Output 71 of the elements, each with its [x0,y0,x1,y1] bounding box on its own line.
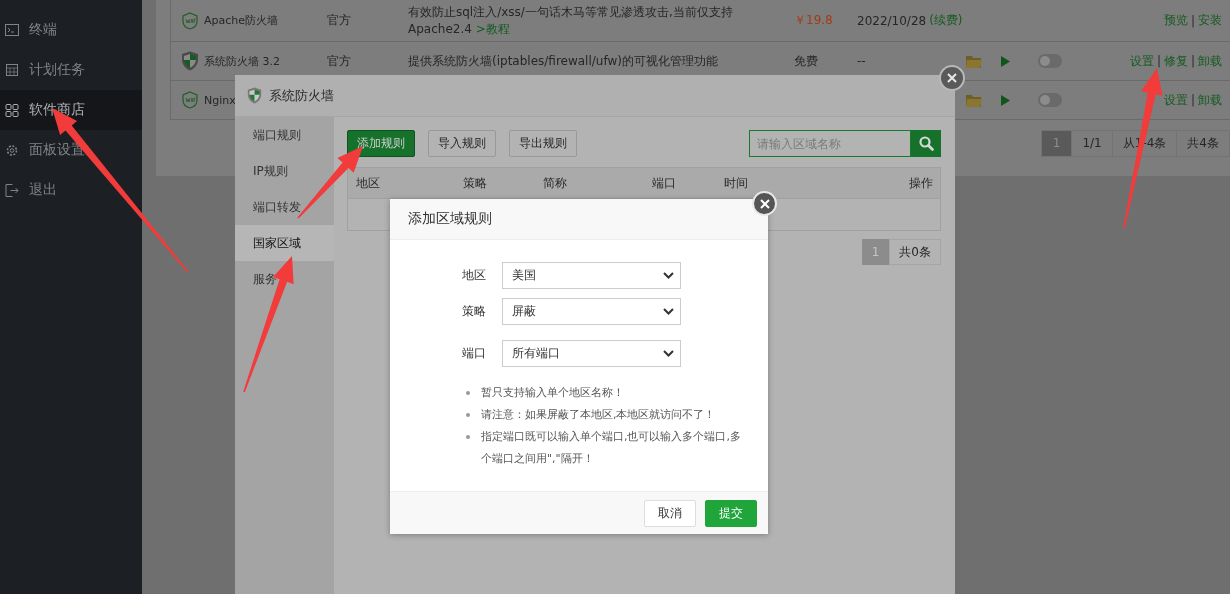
field-label: 地区 [462,267,487,284]
bullet-icon [466,413,470,417]
nav-tab[interactable]: 端口规则 [235,117,334,153]
toolbar-button[interactable]: 导出规则 [509,130,577,157]
column-header: 操作 [908,174,933,192]
note-text: 指定端口既可以输入单个端口,也可以输入多个端口,多个端口之间用","隔开！ [481,429,742,467]
separator: | [1190,54,1195,68]
terminal-icon [5,24,19,36]
chevron-down-icon [663,350,674,357]
select-field[interactable]: 所有端口 [502,340,681,367]
calendar-icon [5,64,19,76]
sidebar-item[interactable]: 终端 [0,10,142,50]
toolbar-button[interactable]: 导入规则 [428,130,496,157]
sidebar-item[interactable]: 计划任务 [0,50,142,90]
separator: | [1190,93,1195,107]
toggle-switch[interactable] [1038,93,1062,107]
plugin-name: Nginx [204,93,236,107]
plugin-source: 官方 [327,12,351,29]
logout-icon [5,183,19,197]
nav-tab[interactable]: IP规则 [235,153,334,189]
plugin-description: 提供系统防火墙(iptables/firewall/ufw)的可视化管理功能 [408,52,718,70]
page-item[interactable]: 共4条 [1176,130,1230,157]
search-icon [918,136,934,151]
plugin-price: 免费 [794,52,818,70]
play-icon[interactable] [1001,55,1010,67]
nav-tab[interactable]: 服务 [235,261,334,297]
column-header: 端口 [652,174,677,192]
plugin-name: Apache防火墙 [204,13,279,28]
add-rule-button[interactable]: 添加规则 [347,130,415,157]
expiry-date: 2022/10/28 [857,13,927,28]
field-label: 策略 [462,303,487,320]
chevron-down-icon [663,272,674,279]
page-item[interactable]: 共0条 [889,239,941,265]
column-header: 简称 [543,174,568,192]
nav-tab[interactable]: 国家区域 [235,225,334,261]
plugin-name: 系统防火墙 3.2 [204,53,280,69]
bullet-icon [466,435,470,439]
column-header: 时间 [724,174,749,192]
apps-icon [5,103,19,117]
gear-icon [5,143,19,157]
select-field[interactable]: 美国 [502,262,681,289]
dialog-title: 添加区域规则 [408,210,492,228]
separator: | [1156,54,1161,68]
note-text: 请注意：如果屏蔽了本地区,本地区就访问不了！ [481,407,716,423]
play-icon[interactable] [1001,94,1010,106]
search-button[interactable] [911,130,941,157]
expiry-date: -- [857,54,866,68]
plugin-description: 有效防止sql注入/xss/一句话木马等常见渗透攻击,当前仅支持Apache2.4 >教程 [408,3,734,38]
plugin-source: 官方 [327,52,351,70]
plugin-price: ￥19.8 [794,12,833,29]
sidebar-item[interactable]: 退出 [0,170,142,210]
dialog-title: 系统防火墙 [269,86,334,105]
submit-button[interactable]: 提交 [705,499,757,527]
waf-icon [181,91,199,109]
cancel-button[interactable]: 取消 [644,499,696,527]
toggle-switch[interactable] [1038,54,1062,68]
waf-icon [181,11,199,30]
separator: | [1190,13,1195,28]
note-text: 暂只支持输入单个地区名称！ [481,385,624,401]
chevron-down-icon [663,308,674,315]
nav-tab[interactable]: 端口转发 [235,189,334,225]
column-header: 策略 [463,174,488,192]
folder-icon[interactable] [966,54,982,68]
field-label: 端口 [462,345,487,362]
shield-icon [247,87,262,104]
select-field[interactable]: 屏蔽 [502,298,681,325]
shield-icon [181,51,199,71]
folder-icon[interactable] [966,93,982,107]
bullet-icon [466,391,470,395]
column-header: 地区 [356,174,381,192]
page-item[interactable]: 1/1 [1071,130,1113,157]
